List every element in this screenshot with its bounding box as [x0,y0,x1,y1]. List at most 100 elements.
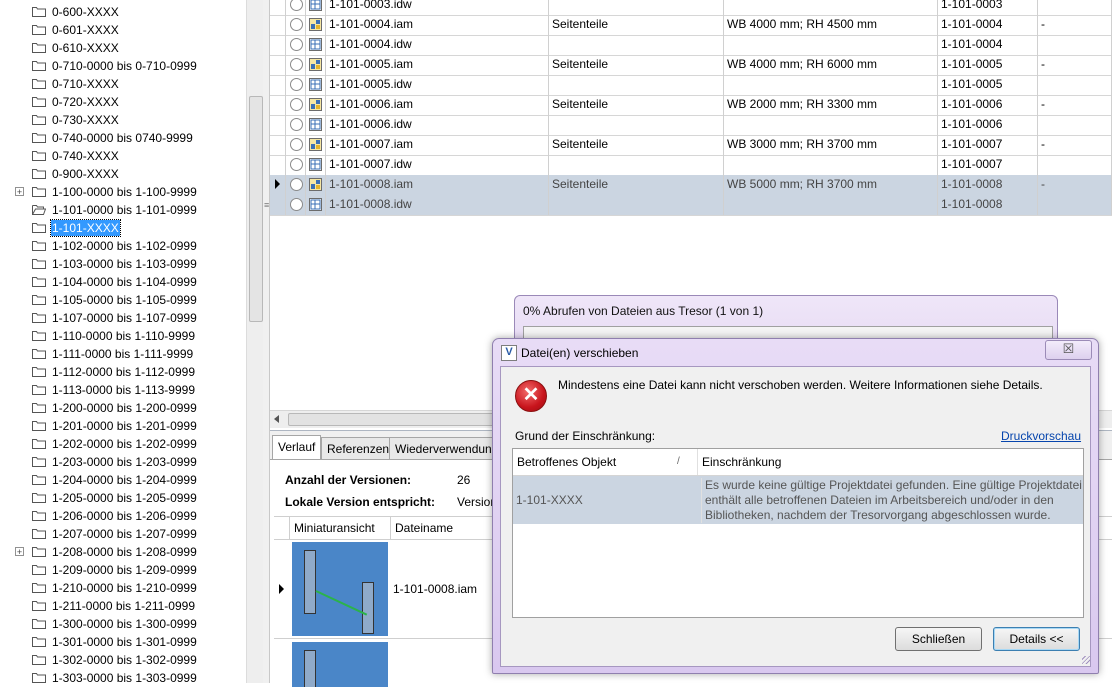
tree-scrollbar-thumb[interactable] [249,96,263,322]
details-button[interactable]: Details << [993,627,1080,651]
select-cell[interactable] [286,35,306,55]
print-preview-link[interactable]: Druckvorschau [1001,429,1081,443]
select-cell[interactable] [286,155,306,175]
tree-item[interactable]: 1-200-0000 bis 1-200-0999 [0,399,246,417]
expand-icon[interactable]: + [15,187,24,197]
tree-item[interactable]: 1-204-0000 bis 1-204-0999 [0,471,246,489]
select-cell[interactable] [286,195,306,215]
file-row[interactable]: 1-101-0006.idw 1-101-0006 [270,115,1112,136]
file-row[interactable]: 1-101-0007.iam Seitenteile WB 3000 mm; RH … [270,135,1112,156]
tree-item[interactable]: 0-740-0000 bis 0740-9999 [0,129,246,147]
tree-item[interactable]: 0-720-XXXX [0,93,246,111]
select-cell[interactable] [286,135,306,155]
select-cell[interactable] [286,95,306,115]
resize-grip-icon[interactable] [1082,656,1090,664]
pane-splitter[interactable]: ≡ [263,0,270,683]
tree-item[interactable]: 1-202-0000 bis 1-202-0999 [0,435,246,453]
close-button[interactable]: Schließen [895,627,982,651]
folder-icon [32,78,46,89]
tree-item[interactable]: 1-112-0000 bis 1-112-0999 [0,363,246,381]
tree-item[interactable]: 1-210-0000 bis 1-210-0999 [0,579,246,597]
tab-wiederverwendung[interactable]: Wiederverwendung [389,437,494,459]
tree-item[interactable]: 0-710-0000 bis 0-710-0999 [0,57,246,75]
select-cell[interactable] [286,55,306,75]
tree-item[interactable]: 1-110-0000 bis 1-110-9999 [0,327,246,345]
header-thumbnail[interactable]: Miniaturansicht [290,517,391,539]
select-radio[interactable] [290,178,303,191]
tree-item[interactable]: 1-113-0000 bis 1-113-9999 [0,381,246,399]
tree-item[interactable]: 0-740-XXXX [0,147,246,165]
tree-item[interactable]: 1-107-0000 bis 1-107-0999 [0,309,246,327]
tree-item[interactable]: 1-211-0000 bis 1-211-0999 [0,597,246,615]
select-radio[interactable] [290,38,303,51]
file-row[interactable]: 1-101-0008.idw 1-101-0008 [270,195,1112,216]
tree-item[interactable]: 0-900-XXXX [0,165,246,183]
select-radio[interactable] [290,78,303,91]
grid-scrollbar-thumb[interactable] [288,413,510,426]
tree-item[interactable]: 1-111-0000 bis 1-111-9999 [0,345,246,363]
select-radio[interactable] [290,118,303,131]
tree-item[interactable]: 1-302-0000 bis 1-302-0999 [0,651,246,669]
close-icon[interactable]: ☒ [1045,340,1092,360]
tree-item[interactable]: 1-206-0000 bis 1-206-0999 [0,507,246,525]
tree-item[interactable]: 1-203-0000 bis 1-203-0999 [0,453,246,471]
select-radio[interactable] [290,198,303,211]
tab-verlauf[interactable]: Verlauf [272,435,322,459]
tree-item[interactable]: 0-610-XXXX [0,39,246,57]
select-cell[interactable] [286,0,306,15]
tree-item[interactable]: 0-730-XXXX [0,111,246,129]
folder-icon [32,420,46,431]
file-row[interactable]: 1-101-0006.iam Seitenteile WB 2000 mm; RH … [270,95,1112,116]
tree-scrollbar[interactable] [246,0,264,683]
tree-item[interactable]: 1-201-0000 bis 1-201-0999 [0,417,246,435]
tree-item[interactable]: 1-207-0000 bis 1-207-0999 [0,525,246,543]
type-cell [306,15,326,35]
header-affected-object[interactable]: Betroffenes Objekt / [513,449,698,475]
scroll-left-icon[interactable] [274,415,279,423]
expand-icon[interactable]: + [15,547,24,557]
select-cell[interactable] [286,175,306,195]
select-cell[interactable] [286,75,306,95]
tree-item-label: 1-301-0000 bis 1-301-0999 [52,635,197,649]
tree-item[interactable]: 1-301-0000 bis 1-301-0999 [0,633,246,651]
file-row[interactable]: 1-101-0004.iam Seitenteile WB 4000 mm; RH … [270,15,1112,36]
select-radio[interactable] [290,18,303,31]
tree-item[interactable]: +1-100-0000 bis 1-100-9999 [0,183,246,201]
tree-item[interactable]: 0-600-XXXX [0,3,246,21]
tree-item[interactable]: 0-601-XXXX [0,21,246,39]
tree-item[interactable]: 1-101-0000 bis 1-101-0999 [0,201,246,219]
tree-item[interactable]: 1-103-0000 bis 1-103-0999 [0,255,246,273]
restriction-row[interactable]: 1-101-XXXX Es wurde keine gültige Projek… [513,476,1083,524]
tree-item[interactable]: 1-102-0000 bis 1-102-0999 [0,237,246,255]
tree-item[interactable]: 1-104-0000 bis 1-104-0999 [0,273,246,291]
tree-item[interactable]: +1-208-0000 bis 1-208-0999 [0,543,246,561]
tab-referenzen[interactable]: Referenzen [321,437,396,459]
file-row[interactable]: 1-101-0008.iam Seitenteile WB 5000 mm; RH … [270,175,1112,196]
header-restriction[interactable]: Einschränkung [698,449,1083,475]
file-dimensions [724,155,938,175]
file-row[interactable]: 1-101-0005.iam Seitenteile WB 4000 mm; RH … [270,55,1112,76]
select-cell[interactable] [286,15,306,35]
select-radio[interactable] [290,138,303,151]
tree-item[interactable]: 1-205-0000 bis 1-205-0999 [0,489,246,507]
tree-item[interactable]: 1-101-XXXX [0,219,246,237]
tree-item[interactable]: 1-300-0000 bis 1-300-0999 [0,615,246,633]
file-row[interactable]: 1-101-0007.idw 1-101-0007 [270,155,1112,176]
file-dimensions: WB 4000 mm; RH 4500 mm [724,15,938,35]
tree-item[interactable]: 1-209-0000 bis 1-209-0999 [0,561,246,579]
file-row[interactable]: 1-101-0005.idw 1-101-0005 [270,75,1112,96]
select-radio[interactable] [290,98,303,111]
tree-item[interactable]: 1-105-0000 bis 1-105-0999 [0,291,246,309]
file-row[interactable]: 1-101-0003.idw 1-101-0003 [270,0,1112,16]
tree-item[interactable]: 0-710-XXXX [0,75,246,93]
file-row[interactable]: 1-101-0004.idw 1-101-0004 [270,35,1112,56]
error-icon: ✕ [515,380,547,412]
tree-item-label: 1-105-0000 bis 1-105-0999 [52,293,197,307]
tree-item[interactable]: 1-303-0000 bis 1-303-0999 [0,669,246,683]
select-radio[interactable] [290,0,303,11]
select-radio[interactable] [290,58,303,71]
select-radio[interactable] [290,158,303,171]
file-category [549,155,724,175]
file-extra [1038,0,1112,15]
select-cell[interactable] [286,115,306,135]
